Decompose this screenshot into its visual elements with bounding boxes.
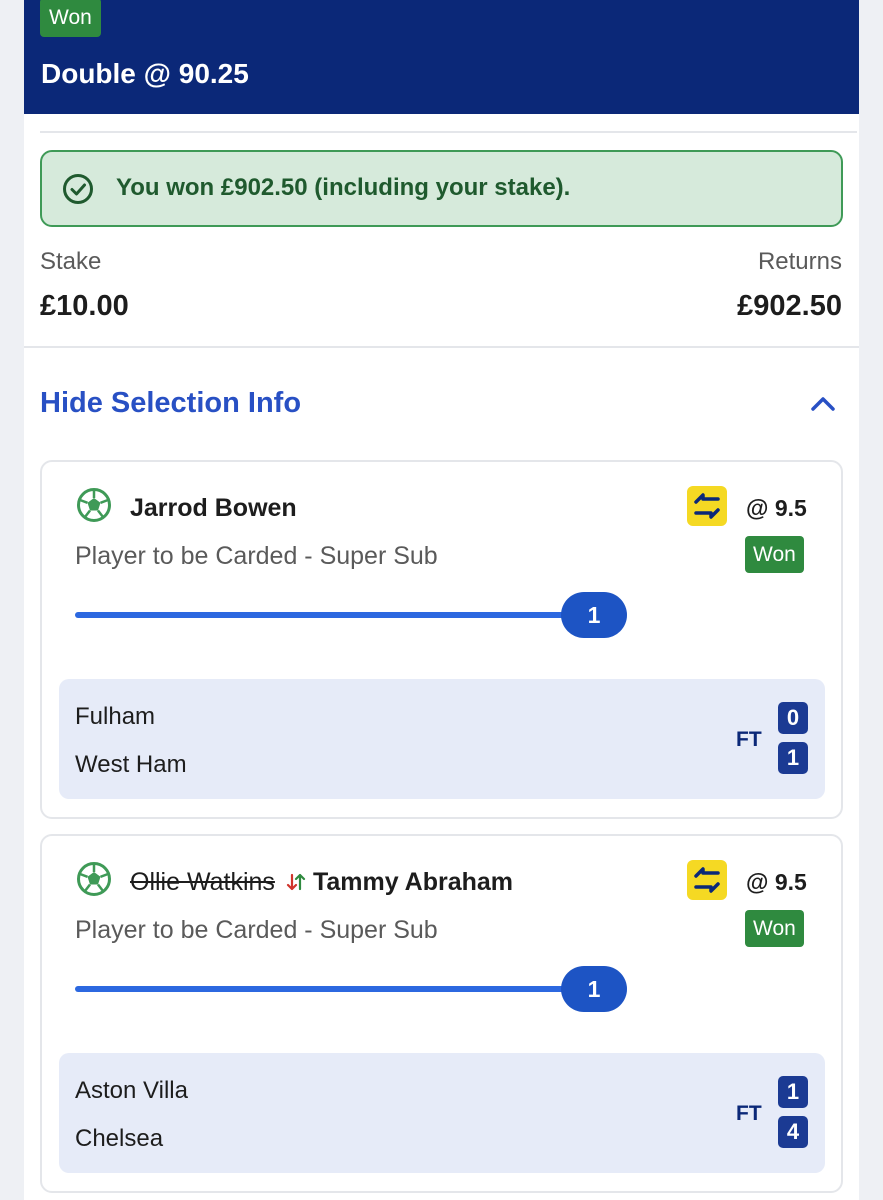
bet-title: Double @ 90.25: [41, 58, 249, 89]
progress-track: [75, 986, 597, 992]
match-period: FT: [736, 1102, 762, 1125]
match-score-panel: Fulham West Ham FT 0 1: [59, 679, 825, 799]
stake-value: £10.00: [40, 290, 129, 322]
home-team: Aston Villa: [75, 1077, 188, 1104]
selection-status-badge: Won: [745, 910, 804, 947]
substitution-arrows-icon: [286, 873, 306, 891]
away-score: 1: [778, 742, 808, 774]
selection-status-badge: Won: [745, 536, 804, 573]
bet-card: Won Double @ 90.25 You won £902.50 (incl…: [24, 0, 859, 1200]
divider: [40, 131, 857, 133]
away-score: 4: [778, 1116, 808, 1148]
returns-value: £902.50: [737, 290, 842, 322]
chevron-up-icon[interactable]: [810, 393, 836, 413]
progress-count: 1: [561, 966, 627, 1012]
player-name: Tammy Abraham: [312, 868, 513, 896]
win-banner: You won £902.50 (including your stake).: [40, 150, 843, 227]
home-score: 0: [778, 702, 808, 734]
match-score-panel: Aston Villa Chelsea FT 1 4: [59, 1053, 825, 1173]
section-divider: [24, 346, 859, 348]
check-circle-icon: [63, 174, 93, 204]
hide-selection-info-toggle[interactable]: Hide Selection Info: [40, 387, 301, 420]
swap-boost-icon: [687, 860, 727, 900]
selection-card: Ollie Watkins Tammy Abraham @ 9.5 Won Pl…: [40, 834, 843, 1193]
player-name: Jarrod Bowen: [130, 494, 297, 522]
bet-status-badge: Won: [40, 0, 101, 37]
swap-boost-icon: [687, 486, 727, 526]
selection-odds: @ 9.5: [746, 495, 807, 521]
football-icon: [77, 862, 111, 896]
market-name: Player to be Carded - Super Sub: [75, 542, 438, 570]
selection-odds: @ 9.5: [746, 869, 807, 895]
player-substitution: Ollie Watkins Tammy Abraham: [130, 868, 513, 897]
selection-card: Jarrod Bowen @ 9.5 Won Player to be Card…: [40, 460, 843, 819]
away-team: West Ham: [75, 751, 187, 778]
home-score: 1: [778, 1076, 808, 1108]
progress-track: [75, 612, 597, 618]
home-team: Fulham: [75, 703, 156, 730]
away-team: Chelsea: [75, 1125, 164, 1152]
bet-header: Won Double @ 90.25: [24, 0, 859, 114]
progress-count: 1: [561, 592, 627, 638]
original-player-name: Ollie Watkins: [130, 868, 275, 896]
match-period: FT: [736, 728, 762, 751]
stake-label: Stake: [40, 248, 102, 275]
win-message: You won £902.50 (including your stake).: [116, 174, 571, 201]
football-icon: [77, 488, 111, 522]
market-name: Player to be Carded - Super Sub: [75, 916, 438, 944]
returns-label: Returns: [757, 248, 842, 275]
